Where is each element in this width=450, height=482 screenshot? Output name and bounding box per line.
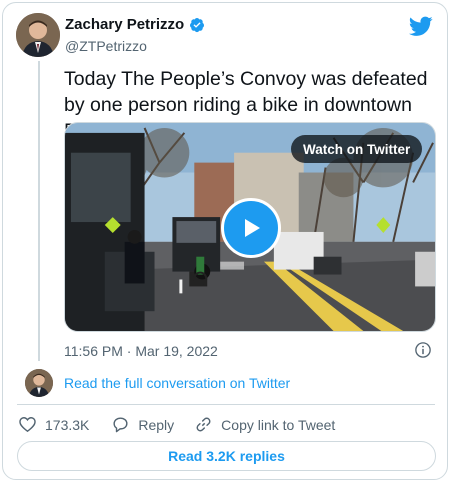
- info-icon[interactable]: [414, 341, 432, 359]
- author-handle[interactable]: @ZTPetrizzo: [65, 38, 147, 54]
- tweet-actions: 173.3K Reply Copy link to Tweet: [18, 415, 335, 434]
- divider: [17, 404, 435, 405]
- reply-button[interactable]: Reply: [111, 415, 174, 434]
- link-icon: [196, 417, 211, 432]
- verified-badge-icon: [190, 17, 205, 32]
- copy-link-label: Copy link to Tweet: [221, 416, 336, 433]
- play-icon: [245, 219, 260, 237]
- tweet-video[interactable]: Watch on Twitter: [64, 122, 436, 332]
- tweet-embed-card: Zachary Petrizzo @ZTPetrizzo Today The P…: [2, 2, 448, 480]
- tweet-timestamp[interactable]: 11:56 PM · Mar 19, 2022: [64, 343, 218, 359]
- conversation-avatar[interactable]: [25, 369, 53, 397]
- reply-icon: [113, 417, 128, 433]
- read-replies-button[interactable]: Read 3.2K replies: [17, 441, 436, 471]
- read-conversation-link[interactable]: Read the full conversation on Twitter: [64, 375, 290, 391]
- play-button[interactable]: [221, 198, 281, 258]
- twitter-bird-icon[interactable]: [409, 14, 433, 38]
- like-count: 173.3K: [45, 416, 90, 433]
- heart-icon: [19, 417, 36, 433]
- watch-on-twitter-button[interactable]: Watch on Twitter: [291, 135, 423, 163]
- reply-label: Reply: [138, 416, 175, 433]
- author-avatar[interactable]: [16, 13, 60, 57]
- like-button[interactable]: 173.3K: [18, 415, 89, 434]
- author-name[interactable]: Zachary Petrizzo: [65, 16, 184, 33]
- thread-line: [38, 61, 40, 361]
- author-name-row: Zachary Petrizzo: [65, 16, 205, 33]
- copy-link-button[interactable]: Copy link to Tweet: [194, 415, 335, 434]
